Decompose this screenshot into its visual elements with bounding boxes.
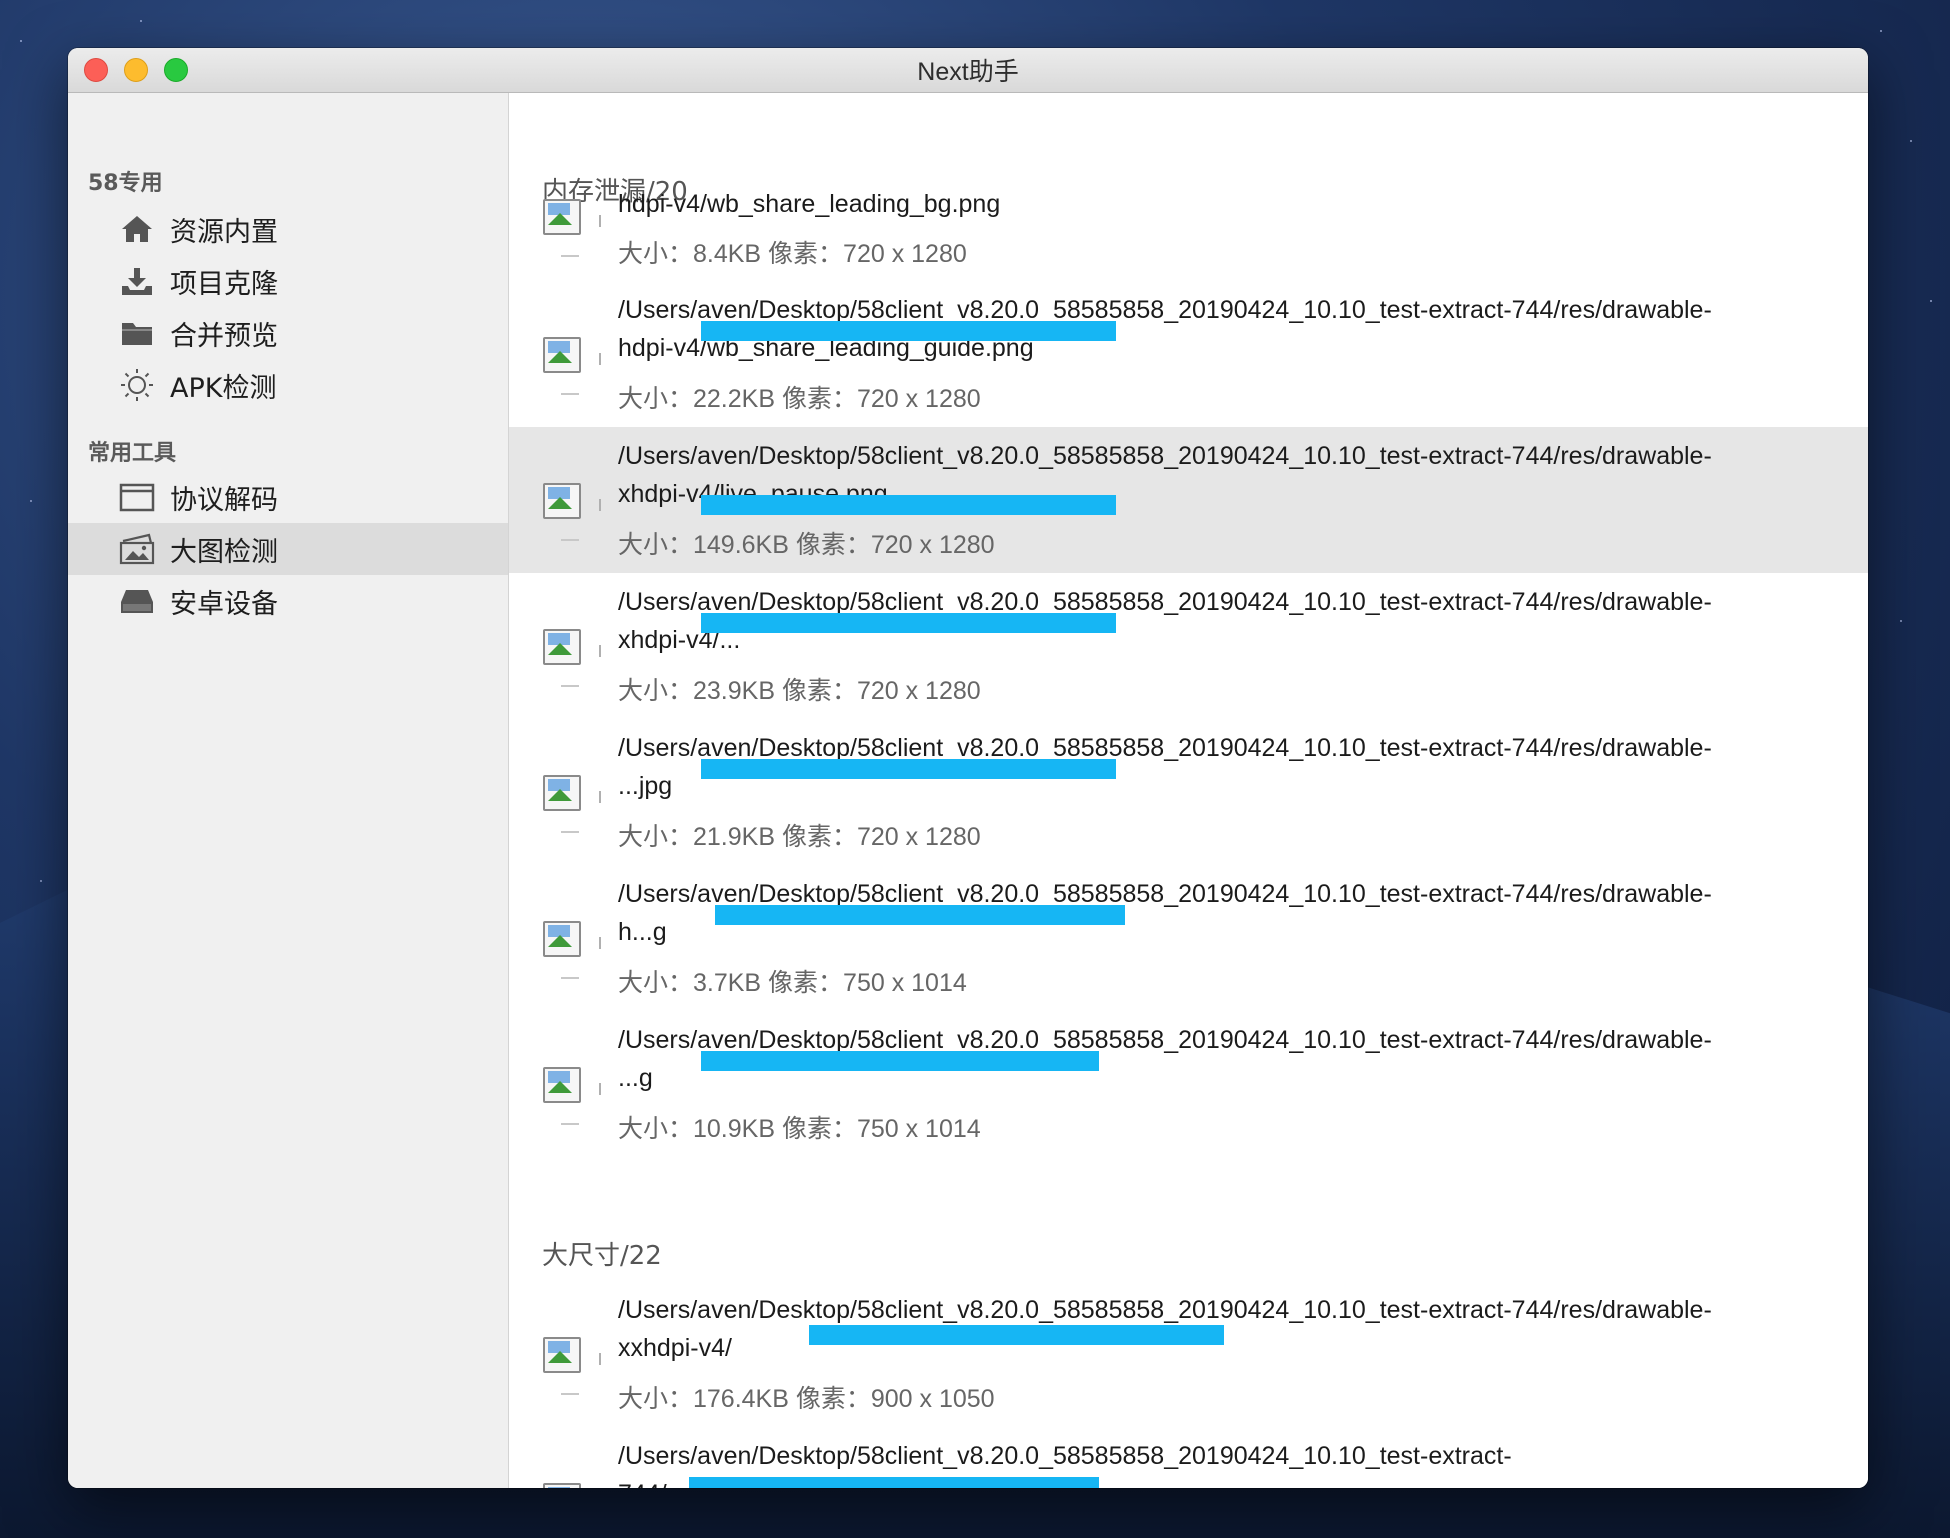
redaction-bar <box>701 1051 1099 1071</box>
folder-icon <box>118 316 156 350</box>
app-window: Next助手 58专用 资源内置 项目克隆 合并预览 APK检测 常用工具 协议… <box>68 48 1868 1488</box>
list-item[interactable]: /Users/aven/Desktop/58client_v8.20.0_585… <box>509 1011 1868 1157</box>
list-item[interactable]: /Users/aven/Desktop/58client_v8.20.0_585… <box>509 1281 1868 1427</box>
window-title: Next助手 <box>917 58 1019 86</box>
titlebar[interactable]: Next助手 <box>68 48 1868 93</box>
sidebar-item-label: 安卓设备 <box>170 588 278 620</box>
sidebar-item-apk-check[interactable]: APK检测 <box>68 359 508 411</box>
sidebar-item-large-image-check[interactable]: 大图检测 <box>68 523 508 575</box>
sidebar-item-label: 项目克隆 <box>170 268 278 300</box>
section-label-58: 58专用 <box>88 171 163 196</box>
file-path: hdpi-v4/wb_share_leading_bg.png <box>618 190 1001 218</box>
redaction-bar <box>701 613 1116 633</box>
close-window-button[interactable] <box>84 58 108 82</box>
sidebar-item-resource-builtin[interactable]: 资源内置 <box>68 203 508 255</box>
sidebar-item-project-clone[interactable]: 项目克隆 <box>68 255 508 307</box>
image-thumbnail-icon <box>543 199 601 257</box>
sidebar-item-label: APK检测 <box>170 372 277 404</box>
file-meta: 大小：10.9KB 像素：750 x 1014 <box>618 1115 981 1143</box>
sidebar-item-label: 协议解码 <box>170 484 278 516</box>
redaction-bar <box>715 905 1125 925</box>
home-icon <box>118 212 156 246</box>
sidebar-item-protocol-decode[interactable]: 协议解码 <box>68 471 508 523</box>
list-item[interactable]: /Users/aven/Desktop/58client_v8.20.0_585… <box>509 427 1868 573</box>
image-thumbnail-icon <box>543 775 601 833</box>
minimize-window-button[interactable] <box>124 58 148 82</box>
list-item[interactable]: hdpi-v4/wb_share_leading_bg.png 大小：8.4KB… <box>509 135 1868 281</box>
sidebar-item-label: 资源内置 <box>170 216 278 248</box>
image-thumbnail-icon <box>543 921 601 979</box>
file-meta: 大小：8.4KB 像素：720 x 1280 <box>618 240 967 268</box>
file-meta: 大小：21.9KB 像素：720 x 1280 <box>618 823 981 851</box>
image-thumbnail-icon <box>543 483 601 541</box>
list-item[interactable]: /Users/aven/Desktop/58client_v8.20.0_585… <box>509 1427 1868 1488</box>
redaction-bar <box>701 321 1116 341</box>
zoom-window-button[interactable] <box>164 58 188 82</box>
drive-icon <box>118 584 156 618</box>
file-meta: 大小：149.6KB 像素：720 x 1280 <box>618 531 995 559</box>
list-item[interactable]: /Users/aven/Desktop/58client_v8.20.0_585… <box>509 281 1868 427</box>
sun-icon <box>118 368 156 402</box>
window-icon <box>118 480 156 514</box>
window-controls <box>84 58 188 82</box>
section-label-tools: 常用工具 <box>88 441 177 466</box>
file-meta: 大小：3.7KB 像素：750 x 1014 <box>618 969 967 997</box>
image-thumbnail-icon <box>543 1337 601 1395</box>
image-thumbnail-icon <box>543 629 601 687</box>
image-thumbnail-icon <box>543 337 601 395</box>
sidebar-item-label: 大图检测 <box>170 536 278 568</box>
file-meta: 大小：23.9KB 像素：720 x 1280 <box>618 677 981 705</box>
sidebar: 58专用 资源内置 项目克隆 合并预览 APK检测 常用工具 协议解码 大图检测… <box>68 93 509 1488</box>
image-thumbnail-icon <box>543 1067 601 1125</box>
redaction-bar <box>701 495 1116 515</box>
image-thumbnail-icon <box>543 1483 583 1488</box>
sidebar-item-merge-preview[interactable]: 合并预览 <box>68 307 508 359</box>
list-item[interactable]: /Users/aven/Desktop/58client_v8.20.0_585… <box>509 865 1868 1011</box>
list-item[interactable]: /Users/aven/Desktop/58client_v8.20.0_585… <box>509 719 1868 865</box>
image-stack-icon <box>118 532 156 566</box>
list-item[interactable]: /Users/aven/Desktop/58client_v8.20.0_585… <box>509 573 1868 719</box>
file-meta: 大小：22.2KB 像素：720 x 1280 <box>618 385 981 413</box>
sidebar-item-label: 合并预览 <box>170 320 278 352</box>
main-panel: 内存泄漏/20 hdpi-v4/wb_share_leading_bg.png … <box>509 93 1868 1488</box>
redaction-bar <box>809 1325 1224 1345</box>
download-icon <box>118 264 156 298</box>
file-meta: 大小：176.4KB 像素：900 x 1050 <box>618 1385 995 1413</box>
redaction-bar <box>701 759 1116 779</box>
sidebar-item-android-device[interactable]: 安卓设备 <box>68 575 508 627</box>
group-title-large-size: 大尺寸/22 <box>542 1241 662 1271</box>
redaction-bar <box>689 1477 1099 1488</box>
